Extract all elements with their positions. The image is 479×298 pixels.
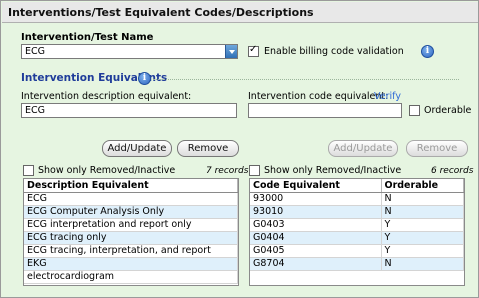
table-row[interactable]: ECG tracing, interpretation, and report [24,244,238,258]
verify-link[interactable]: Verify [374,91,401,102]
table-cell-code[interactable]: 93010 [250,205,382,219]
info-icon[interactable]: i [138,72,151,85]
description-equivalent-grid[interactable]: Description Equivalent ECG ECG Computer … [23,178,239,286]
intervention-name-label: Intervention/Test Name [21,32,154,43]
info-icon[interactable]: i [421,45,434,58]
table-cell-code[interactable]: G8704 [250,257,382,271]
table-row[interactable]: ECG [24,192,238,206]
table-cell-orderable[interactable]: Y [381,244,464,258]
description-equivalent-value: ECG [25,105,45,116]
description-equivalent-label: Intervention description equivalent: [21,91,192,102]
left-show-removed-checkbox[interactable] [23,165,34,176]
table-row[interactable]: ECG tracing only [24,231,238,245]
right-show-removed-label: Show only Removed/Inactive [264,165,402,176]
right-show-removed-checkbox[interactable] [249,165,260,176]
table-row[interactable]: ECG Computer Analysis Only [24,205,238,219]
panel-title: Interventions/Test Equivalent Codes/Desc… [2,2,478,23]
table-cell-code[interactable]: G0403 [250,218,382,232]
description-equivalent-input[interactable]: ECG [21,103,237,118]
table-cell-code[interactable]: G0404 [250,231,382,245]
code-equivalent-header[interactable]: Code Equivalent [250,179,382,193]
billing-validation-label: Enable billing code validation [264,46,404,57]
code-equivalent-grid[interactable]: Code Equivalent Orderable 93000 N 93010 N … [249,178,465,286]
table-cell-code[interactable]: 93000 [250,192,382,206]
table-row[interactable]: electrocardiogram [24,270,238,284]
orderable-header[interactable]: Orderable [381,179,464,193]
description-equivalent-header[interactable]: Description Equivalent [24,179,238,193]
table-cell-orderable[interactable]: N [381,192,464,206]
remove-button-right[interactable]: Remove [406,140,468,157]
remove-button-left[interactable]: Remove [177,140,239,157]
orderable-checkbox[interactable] [409,105,420,116]
intervention-name-value: ECG [25,46,45,57]
table-cell-orderable[interactable]: Y [381,218,464,232]
left-show-removed-label: Show only Removed/Inactive [38,165,176,176]
table-row[interactable]: ECG interpretation and report only [24,218,238,232]
orderable-label: Orderable [424,105,472,116]
code-equivalent-input[interactable] [248,103,402,118]
chevron-down-icon[interactable] [225,45,237,58]
code-equivalent-label: Intervention code equivalent: [248,91,389,102]
right-records-count: 6 records [431,166,474,176]
table-cell-orderable[interactable]: Y [381,231,464,245]
table-row[interactable]: EKG [24,257,238,271]
table-cell-orderable[interactable]: N [381,257,464,271]
left-records-count: 7 records [206,166,249,176]
add-update-button-left[interactable]: Add/Update [102,140,172,157]
section-divider [153,79,459,80]
billing-validation-checkbox[interactable] [248,44,259,57]
add-update-button-right[interactable]: Add/Update [328,140,398,157]
table-cell-code[interactable]: G0405 [250,244,382,258]
table-cell-orderable[interactable]: N [381,205,464,219]
dialog-frame: Interventions/Test Equivalent Codes/Desc… [0,0,479,298]
intervention-name-combobox[interactable]: ECG [21,44,238,59]
